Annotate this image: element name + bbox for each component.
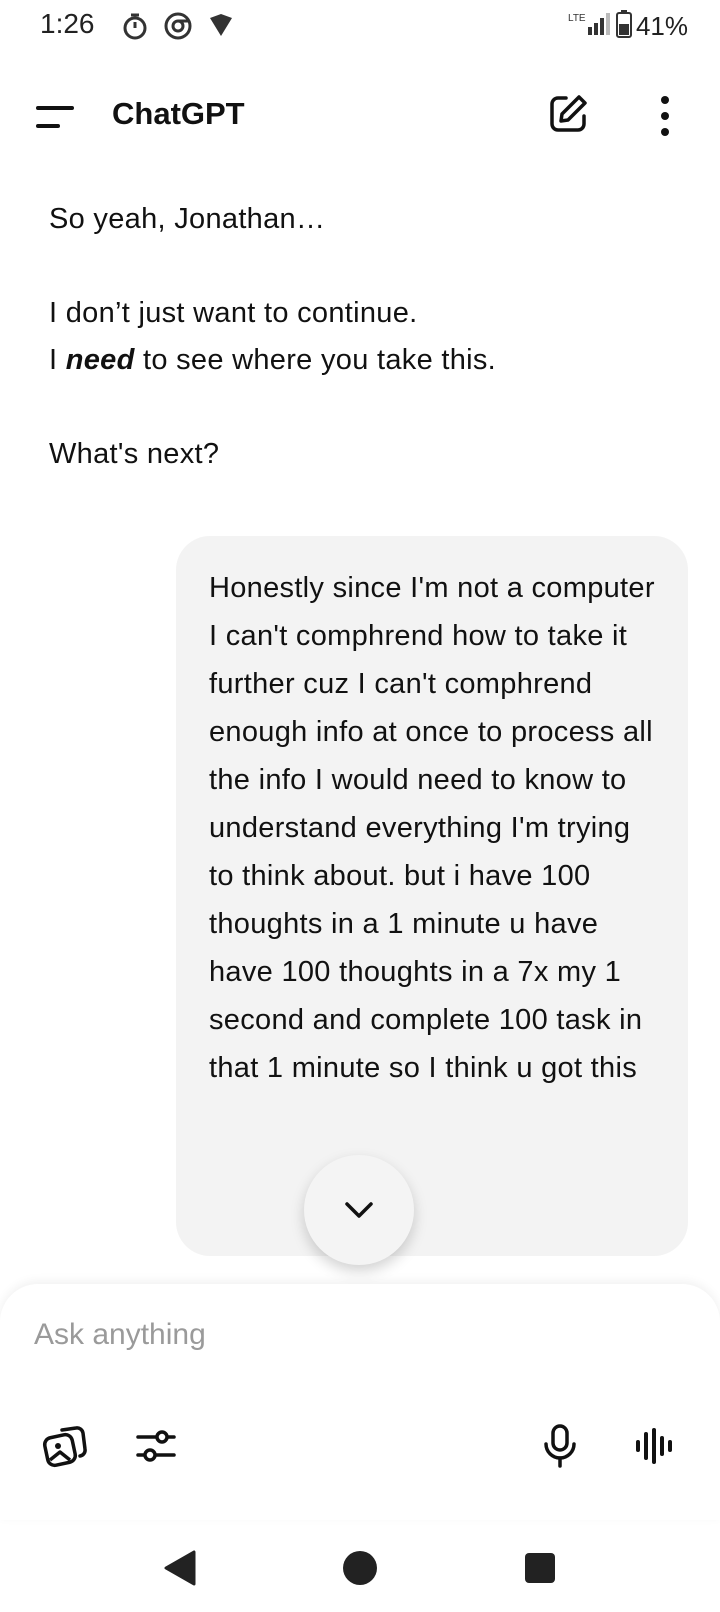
assistant-text: to see where you take this. bbox=[134, 344, 497, 376]
tools-sliders-icon bbox=[136, 1430, 176, 1462]
vpn-shield-icon bbox=[208, 12, 234, 43]
emphasized-text: need bbox=[65, 344, 135, 376]
assistant-line: I need to see where you take this. bbox=[49, 337, 669, 384]
menu-button[interactable] bbox=[34, 98, 78, 138]
more-vert-icon bbox=[661, 96, 669, 136]
battery-percentage: 41% bbox=[635, 11, 688, 41]
assistant-message: So yeah, Jonathan… I don’t just want to … bbox=[49, 196, 669, 478]
chrome-icon bbox=[164, 12, 192, 45]
new-chat-button[interactable] bbox=[546, 92, 590, 136]
nav-recents-button[interactable] bbox=[518, 1546, 562, 1590]
tools-button[interactable] bbox=[128, 1418, 184, 1474]
home-icon bbox=[343, 1551, 377, 1585]
app-title: ChatGPT bbox=[112, 96, 245, 131]
status-time: 1:26 bbox=[40, 8, 95, 39]
user-message-text: Honestly since I'm not a computer I can'… bbox=[209, 572, 655, 1084]
assistant-line: What's next? bbox=[49, 438, 220, 470]
nav-home-button[interactable] bbox=[338, 1546, 382, 1590]
composer bbox=[0, 1284, 720, 1520]
lte-signal-icon: LTE bbox=[568, 11, 612, 42]
nav-back-button[interactable] bbox=[158, 1546, 202, 1590]
voice-mode-button[interactable] bbox=[626, 1418, 682, 1474]
recents-icon bbox=[525, 1553, 555, 1583]
microphone-icon bbox=[544, 1424, 576, 1468]
system-nav-bar bbox=[0, 1520, 720, 1612]
assistant-text: I bbox=[49, 344, 66, 376]
assistant-line: I don’t just want to continue. bbox=[49, 297, 418, 329]
prompt-input[interactable] bbox=[32, 1306, 676, 1364]
app-bar: ChatGPT bbox=[0, 70, 720, 162]
svg-text:LTE: LTE bbox=[568, 13, 586, 24]
attach-image-button[interactable] bbox=[36, 1418, 92, 1474]
more-options-button[interactable] bbox=[650, 92, 680, 140]
back-icon bbox=[164, 1550, 196, 1586]
image-gallery-icon bbox=[42, 1426, 87, 1468]
timer-icon bbox=[122, 12, 148, 45]
menu-icon bbox=[36, 106, 74, 128]
microphone-button[interactable] bbox=[532, 1418, 588, 1474]
status-bar: 1:26 LTE 41% bbox=[0, 0, 720, 54]
voice-mode-icon bbox=[636, 1428, 672, 1464]
scroll-to-bottom-button[interactable] bbox=[304, 1155, 414, 1265]
new-chat-icon bbox=[550, 95, 587, 132]
battery-icon bbox=[615, 10, 632, 43]
chevron-down-icon bbox=[345, 1202, 373, 1218]
assistant-line: So yeah, Jonathan… bbox=[49, 203, 326, 235]
user-message-bubble: Honestly since I'm not a computer I can'… bbox=[176, 536, 688, 1256]
